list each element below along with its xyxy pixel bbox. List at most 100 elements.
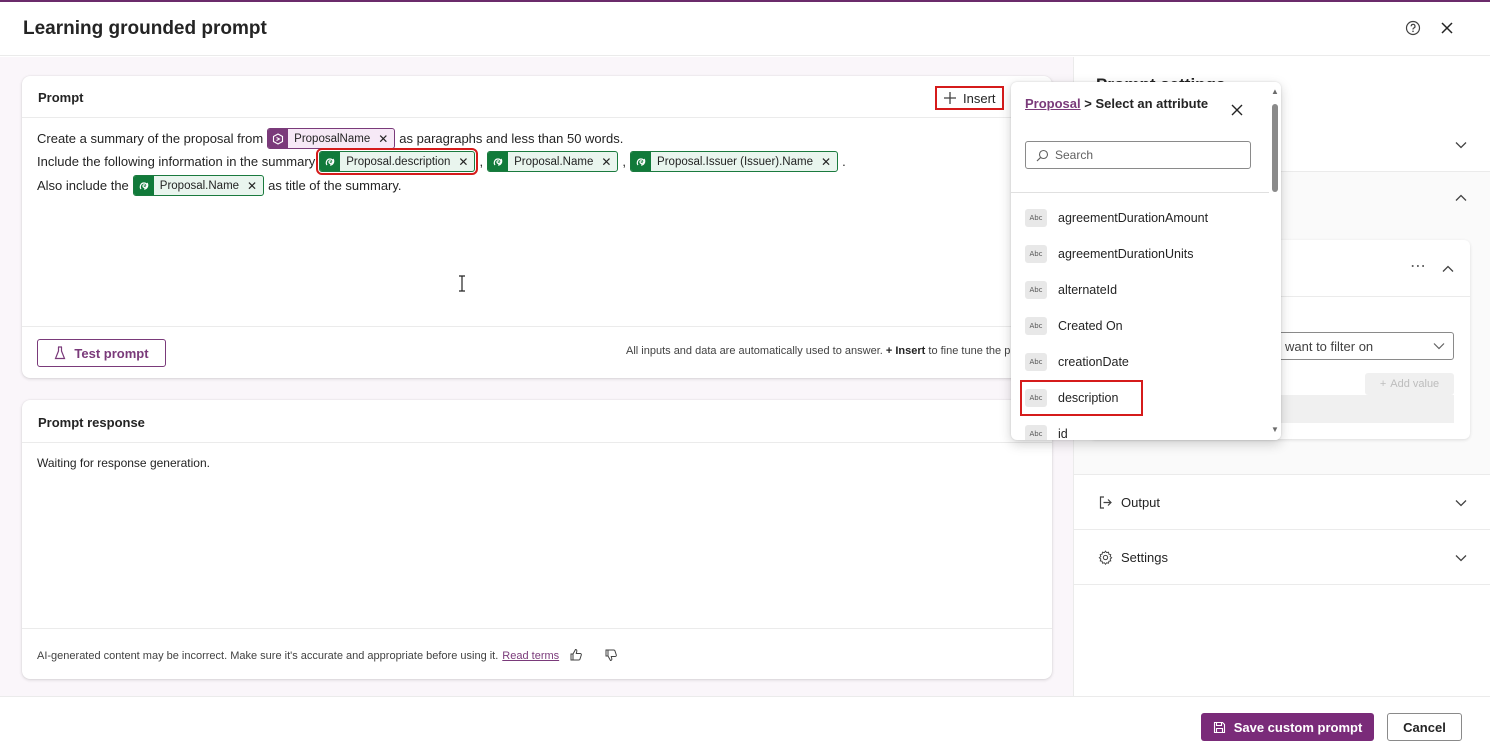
cancel-button[interactable]: Cancel xyxy=(1387,713,1462,741)
prompt-line-2[interactable]: Include the following information in the… xyxy=(37,148,846,175)
separator-text: . xyxy=(842,154,846,169)
popup-title-text: Select an attribute xyxy=(1095,96,1209,111)
chip-label: Proposal.Name xyxy=(159,179,240,192)
insert-button-label: Insert xyxy=(963,90,996,106)
save-custom-prompt-button[interactable]: Save custom prompt xyxy=(1201,713,1374,741)
chevron-up-icon[interactable] xyxy=(1442,261,1456,275)
thumbs-up-icon[interactable] xyxy=(567,646,585,664)
attribute-item[interactable]: Abc agreementDurationUnits xyxy=(1025,241,1194,267)
disclaimer-text: AI-generated content may be incorrect. M… xyxy=(37,650,499,662)
chip-label: Proposal.Issuer (Issuer).Name xyxy=(657,155,813,168)
separator-text: , xyxy=(622,154,627,169)
prompt-text: Create a summary of the proposal from xyxy=(37,131,264,146)
attribute-item[interactable]: Abc id xyxy=(1025,421,1068,440)
dataverse-icon xyxy=(631,152,652,171)
prompt-card: Prompt Insert Create a summary of the pr… xyxy=(22,76,1052,378)
value-field-disabled xyxy=(1280,395,1454,423)
text-field-icon: Abc xyxy=(1025,389,1047,407)
prompt-section-title: Prompt xyxy=(38,90,84,105)
attribute-item[interactable]: Abc Created On xyxy=(1025,313,1123,339)
footnote-text-end: to fine tune the pro xyxy=(928,345,1021,357)
attribute-label: agreementDurationUnits xyxy=(1058,247,1194,261)
attribute-item[interactable]: Abc creationDate xyxy=(1025,349,1129,375)
test-prompt-label: Test prompt xyxy=(74,345,149,361)
close-popup-icon[interactable] xyxy=(1229,102,1245,118)
dataverse-chip-proposal-issuer-name[interactable]: Proposal.Issuer (Issuer).Name ✕ xyxy=(630,151,839,172)
prompt-line-3[interactable]: Also include the Proposal.Name ✕ as titl… xyxy=(37,175,402,196)
attribute-label: Created On xyxy=(1058,319,1123,333)
popup-title: Proposal > Select an attribute xyxy=(1025,94,1225,114)
dataverse-icon xyxy=(133,176,154,195)
text-field-icon: Abc xyxy=(1025,353,1047,371)
dataverse-icon xyxy=(488,152,509,171)
settings-row[interactable]: Settings xyxy=(1074,530,1490,585)
dataverse-chip-proposal-description[interactable]: Proposal.description ✕ xyxy=(316,148,479,175)
text-field-icon: Abc xyxy=(1025,317,1047,335)
read-terms-link[interactable]: Read terms xyxy=(502,650,559,662)
text-field-icon: Abc xyxy=(1025,425,1047,440)
add-value-button[interactable]: + Add value xyxy=(1365,373,1454,395)
flask-icon xyxy=(55,346,66,360)
response-card: Prompt response Waiting for response gen… xyxy=(22,400,1052,679)
text-field-icon: Abc xyxy=(1025,209,1047,227)
text-field-icon: Abc xyxy=(1025,281,1047,299)
thumbs-down-icon[interactable] xyxy=(602,646,620,664)
remove-chip-icon[interactable]: ✕ xyxy=(819,155,837,169)
attribute-search-input[interactable]: Search xyxy=(1025,141,1251,169)
prompt-text: Also include the xyxy=(37,178,129,193)
search-placeholder: Search xyxy=(1055,148,1094,162)
save-label: Save custom prompt xyxy=(1233,719,1363,735)
chevron-down-icon[interactable] xyxy=(1454,138,1468,152)
dialog-header: Learning grounded prompt xyxy=(0,2,1490,56)
chevron-down-icon xyxy=(1433,343,1445,350)
chevron-up-icon[interactable] xyxy=(1454,191,1468,205)
attribute-label: agreementDurationAmount xyxy=(1058,211,1209,225)
attribute-item[interactable]: Abc agreementDurationAmount xyxy=(1025,205,1208,231)
remove-chip-icon[interactable]: ✕ xyxy=(376,132,394,146)
main-area: Prompt Insert Create a summary of the pr… xyxy=(0,57,1073,697)
popup-scrollbar[interactable]: ▲ ▼ xyxy=(1269,82,1281,440)
attribute-label: creationDate xyxy=(1058,355,1129,369)
dataverse-chip-proposal-name-title[interactable]: Proposal.Name ✕ xyxy=(132,175,265,196)
footnote-insert-text: + Insert xyxy=(885,345,926,357)
attribute-item[interactable]: Abc alternateId xyxy=(1025,277,1117,303)
response-header-divider xyxy=(22,442,1052,443)
scrollbar-thumb[interactable] xyxy=(1272,104,1278,192)
add-value-label: Add value xyxy=(1390,378,1440,390)
attribute-item-description[interactable]: Abc description xyxy=(1019,380,1144,416)
close-icon[interactable] xyxy=(1437,18,1457,38)
more-options-icon[interactable]: ⋯ xyxy=(1410,256,1427,276)
chevron-down-icon[interactable] xyxy=(1454,496,1468,510)
test-prompt-button[interactable]: Test prompt xyxy=(37,339,166,367)
scroll-up-icon[interactable]: ▲ xyxy=(1271,88,1279,96)
breadcrumb-separator: > xyxy=(1084,96,1092,111)
remove-chip-icon[interactable]: ✕ xyxy=(245,179,263,193)
scroll-down-icon[interactable]: ▼ xyxy=(1271,426,1279,434)
response-status: Waiting for response generation. xyxy=(37,456,210,470)
prompt-text: as paragraphs and less than 50 words. xyxy=(399,131,624,146)
prompt-text: as title of the summary. xyxy=(268,178,402,193)
help-icon[interactable] xyxy=(1403,18,1423,38)
remove-chip-icon[interactable]: ✕ xyxy=(599,155,617,169)
dataverse-icon xyxy=(320,152,341,171)
input-variable-icon xyxy=(268,129,289,148)
remove-chip-icon[interactable]: ✕ xyxy=(456,155,474,169)
text-field-icon: Abc xyxy=(1025,245,1047,263)
prompt-header-divider xyxy=(22,117,1052,118)
attribute-picker-popup: Proposal > Select an attribute Search Ab… xyxy=(1011,82,1281,440)
filter-dropdown-placeholder: want to filter on xyxy=(1285,339,1374,354)
dialog-title: Learning grounded prompt xyxy=(23,18,267,39)
popup-divider xyxy=(1011,192,1269,193)
dataverse-chip-proposal-name[interactable]: Proposal.Name ✕ xyxy=(487,151,619,172)
insert-button[interactable]: Insert xyxy=(935,86,1004,110)
output-row[interactable]: Output xyxy=(1074,475,1490,530)
prompt-footnote: All inputs and data are automatically us… xyxy=(626,345,1020,357)
plus-icon: + xyxy=(1379,378,1387,390)
proposal-breadcrumb-link[interactable]: Proposal xyxy=(1025,96,1081,111)
prompt-line-1[interactable]: Create a summary of the proposal from Pr… xyxy=(37,128,623,149)
attribute-label: alternateId xyxy=(1058,283,1118,297)
chevron-down-icon[interactable] xyxy=(1454,551,1468,565)
input-chip-proposalname[interactable]: ProposalName ✕ xyxy=(267,128,396,149)
attribute-label: id xyxy=(1058,427,1068,440)
response-section-title: Prompt response xyxy=(38,415,145,430)
